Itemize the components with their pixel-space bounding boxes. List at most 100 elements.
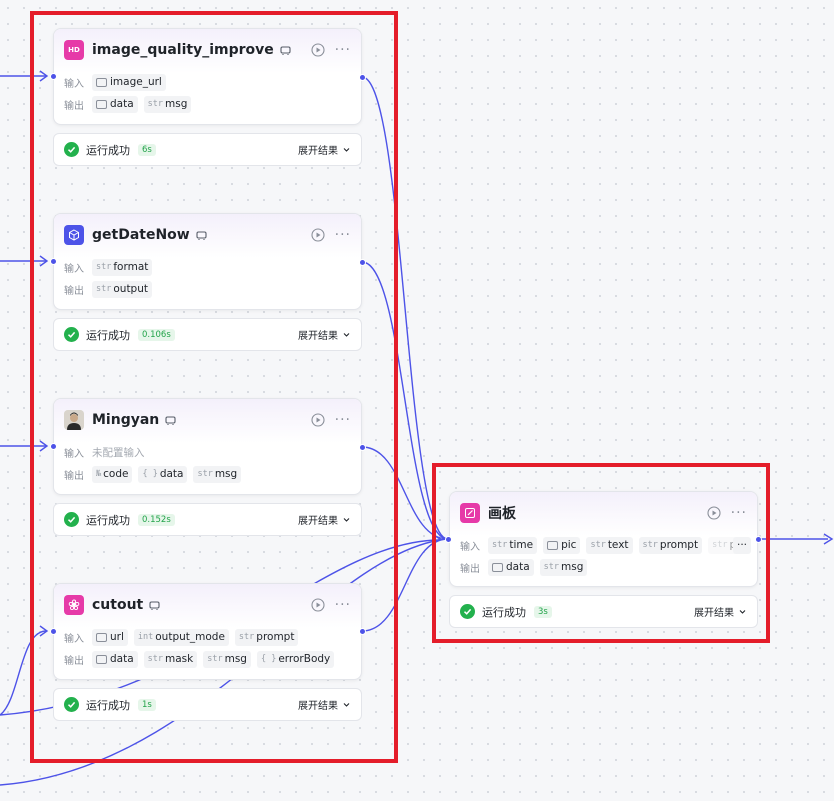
param-name: output — [113, 283, 148, 295]
type-tag: { } — [260, 654, 277, 664]
no-input-placeholder: 未配置输入 — [92, 446, 145, 459]
expand-results-button[interactable]: 展开结果 — [298, 697, 351, 712]
expand-results-button[interactable]: 展开结果 — [298, 512, 351, 527]
expand-results-button[interactable]: 展开结果 — [694, 604, 747, 619]
param-name: msg — [214, 468, 238, 480]
more-icon[interactable]: ··· — [335, 228, 351, 242]
type-tag: str — [238, 632, 255, 642]
expand-label: 展开结果 — [298, 701, 338, 712]
more-icon[interactable]: ··· — [731, 506, 747, 520]
expand-label: 展开结果 — [694, 608, 734, 619]
output-port[interactable] — [755, 536, 762, 543]
type-tag: str — [96, 262, 112, 272]
run-icon[interactable] — [311, 228, 325, 242]
output-row: 输出 str output — [54, 278, 361, 300]
node-header: getDateNow ··· — [54, 214, 361, 256]
chevron-down-icon — [343, 518, 350, 522]
more-icon[interactable]: ··· — [335, 598, 351, 612]
input-label: 输入 — [64, 448, 84, 460]
output-row: 输出 № code { } data str msg — [54, 463, 361, 485]
input-label: 输入 — [64, 263, 84, 275]
copy-icon[interactable] — [196, 230, 207, 241]
input-port[interactable] — [50, 73, 57, 80]
status-text: 运行成功 — [86, 513, 130, 527]
success-check-icon — [64, 697, 79, 712]
node-mingyan[interactable]: Mingyan ··· 输入 未配置输入 输出 № code { } data st… — [53, 398, 362, 495]
node-header: 画板 ··· — [450, 492, 757, 534]
avatar-icon — [64, 410, 84, 430]
node-image-quality-improve[interactable]: HD image_quality_improve ··· 输入 image_ur… — [53, 28, 362, 125]
output-row: 输出 data str mask str msg { } errorBody — [54, 648, 361, 670]
input-port[interactable] — [50, 258, 57, 265]
success-check-icon — [64, 327, 79, 342]
node-getdatenow[interactable]: getDateNow ··· 输入 str format 输出 str output — [53, 213, 362, 310]
image-type-icon — [96, 654, 107, 664]
node-canvas[interactable]: 画板 ··· 输入 str time pic str text str prompt … — [449, 491, 758, 587]
expand-results-button[interactable]: 展开结果 — [298, 327, 351, 342]
copy-icon[interactable] — [280, 45, 291, 56]
param-chip: data — [488, 558, 534, 576]
canvas-icon — [460, 503, 480, 523]
copy-icon[interactable] — [149, 600, 160, 611]
run-status-bar: 运行成功 1s 展开结果 — [53, 688, 362, 721]
input-port[interactable] — [445, 536, 452, 543]
node-cutout[interactable]: cutout ··· 输入 url int output_mode str prom… — [53, 583, 362, 680]
param-name: format — [113, 261, 149, 273]
input-row: 输入 strtime pic strtext strprompt strp ··… — [450, 534, 757, 556]
success-check-icon — [64, 142, 79, 157]
hd-icon: HD — [64, 40, 84, 60]
param-name: data — [506, 561, 530, 573]
param-chip: str msg — [539, 558, 588, 576]
type-tag: str — [197, 469, 213, 479]
copy-icon[interactable] — [165, 415, 176, 426]
param-name: url — [110, 631, 124, 643]
type-tag: str — [147, 654, 164, 664]
param-chip: str text — [586, 536, 633, 554]
flower-icon — [64, 595, 84, 615]
node-header: Mingyan ··· — [54, 399, 361, 441]
more-icon[interactable]: ··· — [335, 43, 351, 57]
output-row: 输出 data str msg — [54, 93, 361, 115]
input-label: 输入 — [64, 633, 84, 645]
param-chip: image_url — [92, 73, 166, 91]
param-name: prompt — [659, 539, 699, 551]
edge-cutout-to-canvas — [361, 538, 449, 632]
output-port[interactable] — [359, 259, 366, 266]
image-type-icon — [492, 562, 503, 572]
type-tag: str — [543, 562, 560, 572]
edge-mingyan-to-canvas — [361, 446, 449, 540]
output-port[interactable] — [359, 74, 366, 81]
output-port[interactable] — [359, 444, 366, 451]
input-port[interactable] — [50, 443, 57, 450]
input-port[interactable] — [50, 628, 57, 635]
node-title: image_quality_improve — [92, 42, 274, 58]
run-icon[interactable] — [311, 43, 325, 57]
type-tag: int — [137, 632, 154, 642]
more-params-button[interactable]: ··· — [732, 536, 751, 554]
success-check-icon — [460, 604, 475, 619]
param-name: data — [110, 98, 134, 110]
expand-label: 展开结果 — [298, 516, 338, 527]
param-name: msg — [224, 653, 247, 665]
input-row: 输入 url int output_mode str prompt — [54, 626, 361, 648]
run-icon[interactable] — [311, 413, 325, 427]
time-badge: 0.106s — [138, 328, 175, 341]
param-name: pic — [561, 539, 577, 551]
param-chip: data — [92, 95, 138, 113]
run-status-bar: 运行成功 3s 展开结果 — [449, 595, 758, 628]
param-chip: № code — [92, 465, 133, 483]
type-tag: str — [96, 284, 112, 294]
node-title: Mingyan — [92, 412, 160, 428]
output-port[interactable] — [359, 628, 366, 635]
node-title: getDateNow — [92, 227, 190, 243]
more-icon[interactable]: ··· — [335, 413, 351, 427]
param-chip: str mask — [143, 650, 198, 668]
run-icon[interactable] — [707, 506, 721, 520]
image-type-icon — [96, 632, 107, 642]
param-chip: str output — [92, 280, 152, 298]
param-chip: url — [92, 628, 128, 646]
expand-results-button[interactable]: 展开结果 — [298, 142, 351, 157]
run-icon[interactable] — [311, 598, 325, 612]
param-name: time — [509, 539, 534, 551]
edge-image-quality-to-canvas — [361, 76, 449, 540]
